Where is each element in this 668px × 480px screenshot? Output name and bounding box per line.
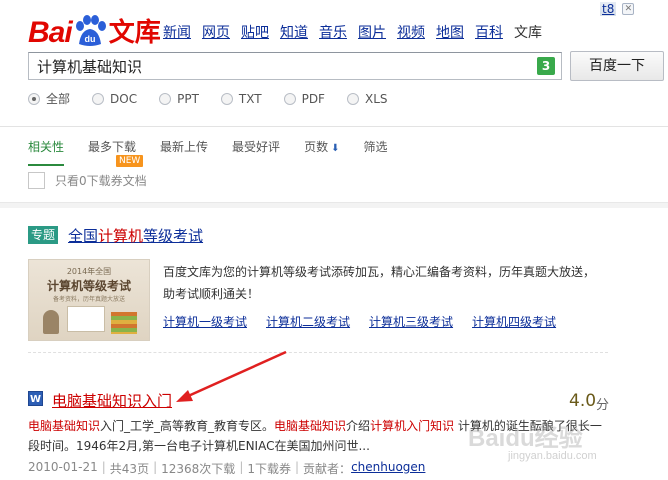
meta-separator: | [295,460,300,474]
coupon-cost: 1下载券 [247,462,291,476]
result-meta: 2010-01-21 | 共43页 | 12368次下载 | 1下载券 | 贡献者： ch… [28,460,425,477]
word-doc-icon: W [28,391,43,406]
meta-separator: | [153,460,158,474]
summary-text: 介绍 [346,419,371,433]
result-score-unit: 分 [596,398,610,413]
summary-highlight: 电脑基础知识 [274,419,347,433]
contributor-label: 贡献者： [303,462,352,476]
result-score: 4.0 [569,391,597,411]
upload-date: 2010-01-21 [28,460,98,474]
summary-text: 入门_工学_高等教育_教育专区。 [100,419,275,433]
summary-highlight: 电脑基础知识 [28,419,101,433]
meta-separator: | [101,460,106,474]
summary-highlight: 计算机入门知识 [370,419,455,433]
result-title-link[interactable]: 电脑基础知识入门 [52,390,172,411]
download-count: 12368次下载 [161,462,236,476]
watermark-url: jingyan.baidu.com [508,450,597,462]
contributor-link[interactable]: chenhuogen [351,460,425,477]
meta-separator: | [239,460,244,474]
page-count: 共43页 [109,462,150,476]
watermark-brand: Baidu经验 [468,425,583,452]
